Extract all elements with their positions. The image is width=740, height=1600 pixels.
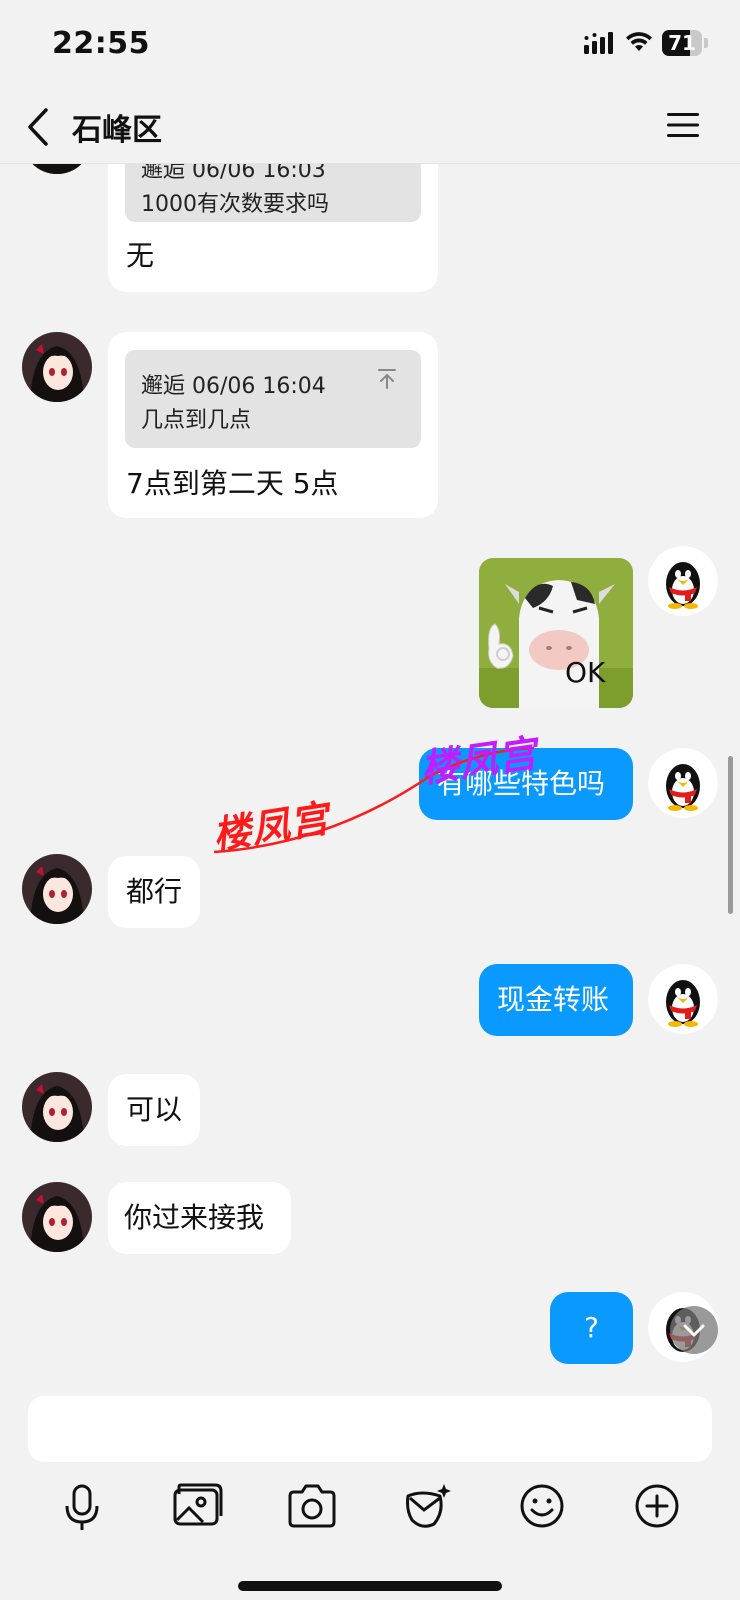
plus-icon[interactable] (629, 1478, 685, 1534)
message-text: 现金转账 (497, 983, 610, 1016)
chat-header: 石峰区 (0, 90, 740, 164)
watermark-text: 楼凤宫 (209, 796, 333, 858)
status-bar: 22:55 71 (0, 0, 740, 90)
chat-title[interactable]: 石峰区 (72, 105, 162, 149)
message-bubble-incoming[interactable]: 邂逅 06/06 16:03 1000有次数要求吗 无 (108, 164, 438, 292)
quoted-message[interactable]: 邂逅 06/06 16:03 1000有次数要求吗 (125, 164, 421, 222)
quoted-text: 1000有次数要求吗 (141, 192, 329, 217)
contact-avatar[interactable] (22, 854, 92, 924)
message-text: 你过来接我 (124, 1201, 265, 1234)
cellular-signal-icon (584, 32, 616, 58)
battery-percentage: 71 (668, 31, 696, 55)
battery-tip (704, 38, 708, 48)
message-bubble-incoming[interactable]: 邂逅 06/06 16:04 几点到几点 7点到第二天 5点 (108, 332, 438, 518)
message-bubble-incoming[interactable]: 都行 (108, 856, 200, 928)
scroll-indicator[interactable] (728, 756, 733, 914)
my-avatar[interactable] (648, 748, 718, 818)
sticker-caption: OK (565, 656, 606, 689)
contact-avatar[interactable] (22, 1072, 92, 1142)
contact-avatar[interactable] (22, 332, 92, 402)
sticker-image[interactable]: OK (479, 558, 633, 708)
emoji-icon[interactable] (514, 1478, 570, 1534)
red-packet-icon[interactable] (400, 1478, 456, 1534)
camera-icon[interactable] (284, 1478, 340, 1534)
wifi-icon (624, 29, 654, 57)
scroll-to-bottom-button[interactable] (670, 1306, 718, 1354)
message-bubble-outgoing[interactable]: ? (550, 1292, 633, 1364)
message-text: 都行 (126, 875, 183, 908)
quoted-sender-time: 邂逅 06/06 16:03 (141, 164, 326, 183)
battery-body: 71 (662, 30, 702, 56)
message-text: ? (584, 1311, 599, 1344)
message-bubble-incoming[interactable]: 你过来接我 (108, 1182, 291, 1254)
quoted-sender-time: 邂逅 06/06 16:04 (141, 374, 326, 399)
chat-message-list[interactable]: 邂逅 06/06 16:03 1000有次数要求吗 无 邂逅 06/06 16:… (0, 164, 740, 1382)
quoted-message[interactable]: 邂逅 06/06 16:04 几点到几点 (125, 350, 421, 448)
message-bubble-outgoing[interactable]: 现金转账 (479, 964, 633, 1036)
home-indicator (238, 1581, 502, 1591)
input-toolbar (0, 1382, 740, 1600)
menu-icon[interactable] (666, 110, 700, 144)
message-text: 无 (126, 239, 155, 272)
message-bubble-incoming[interactable]: 可以 (108, 1074, 200, 1146)
quoted-text: 几点到几点 (141, 408, 252, 433)
chevron-down-icon (683, 1324, 705, 1337)
image-icon[interactable] (169, 1478, 225, 1534)
message-input[interactable] (28, 1396, 712, 1462)
jump-to-quote-icon[interactable] (377, 368, 397, 394)
message-text: 可以 (126, 1093, 183, 1126)
my-avatar[interactable] (648, 546, 718, 616)
contact-avatar[interactable] (22, 164, 92, 174)
my-avatar[interactable] (648, 964, 718, 1034)
microphone-icon[interactable] (54, 1478, 110, 1534)
message-text: 7点到第二天 5点 (126, 467, 339, 500)
status-time: 22:55 (52, 26, 150, 61)
back-icon[interactable] (24, 106, 52, 152)
contact-avatar[interactable] (22, 1182, 92, 1252)
battery-icon: 71 (662, 30, 708, 56)
